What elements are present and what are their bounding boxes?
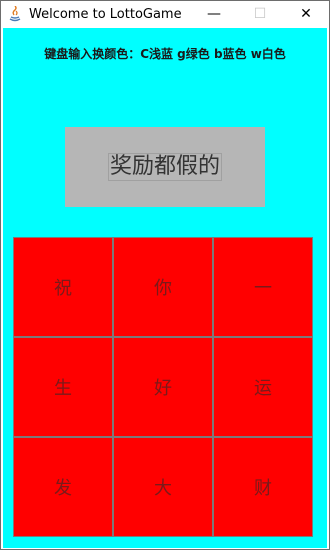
grid-cell[interactable]: 发 (13, 437, 113, 537)
grid-cell[interactable]: 一 (213, 237, 313, 337)
prize-button[interactable]: 奖励都假的 (65, 127, 265, 207)
maximize-button[interactable]: ☐ (237, 1, 283, 27)
close-button[interactable]: ✕ (283, 1, 329, 27)
grid-cell[interactable]: 大 (113, 437, 213, 537)
app-window: Welcome to LottoGame — ☐ ✕ 键盘输入换颜色：C浅蓝 g… (0, 0, 330, 550)
content-pane: 键盘输入换颜色：C浅蓝 g绿色 b蓝色 w白色 奖励都假的 祝 你 一 生 好 … (3, 28, 327, 548)
java-icon (7, 6, 23, 22)
window-controls: — ☐ ✕ (191, 1, 329, 27)
grid-cell[interactable]: 好 (113, 337, 213, 437)
grid-cell[interactable]: 生 (13, 337, 113, 437)
grid-cell[interactable]: 祝 (13, 237, 113, 337)
minimize-button[interactable]: — (191, 1, 237, 27)
prize-label: 奖励都假的 (107, 153, 222, 181)
grid-cell[interactable]: 你 (113, 237, 213, 337)
color-hint-label: 键盘输入换颜色：C浅蓝 g绿色 b蓝色 w白色 (44, 47, 286, 61)
lotto-grid: 祝 你 一 生 好 运 发 大 财 (13, 237, 313, 537)
window-title: Welcome to LottoGame (29, 6, 182, 22)
grid-cell[interactable]: 财 (213, 437, 313, 537)
grid-cell[interactable]: 运 (213, 337, 313, 437)
title-bar[interactable]: Welcome to LottoGame — ☐ ✕ (1, 1, 329, 27)
